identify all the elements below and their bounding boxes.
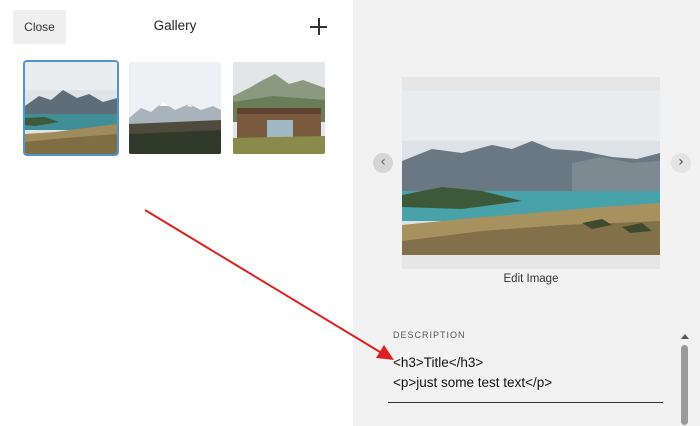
chevron-left-icon[interactable]: ‹: [373, 153, 393, 173]
edit-image-link[interactable]: Edit Image: [402, 273, 660, 285]
chevron-right-icon[interactable]: ›: [671, 153, 691, 173]
panel-title: Gallery: [153, 18, 197, 33]
image-detail-panel: ‹ › Edit Image DESCRIPTION <h3>Title</h3…: [353, 0, 700, 426]
preview-image: [402, 91, 660, 255]
gallery-panel: Close Gallery: [0, 0, 353, 426]
description-line: <h3>Title</h3>: [393, 355, 484, 370]
gallery-editor: Close Gallery ‹ › Edit Image DESCRIPTION…: [0, 0, 700, 426]
chevron-left-glyph: ‹: [380, 154, 386, 170]
description-label: DESCRIPTION: [393, 330, 466, 340]
plus-icon[interactable]: [306, 14, 332, 40]
thumbnail-image: [25, 62, 117, 154]
image-preview: [402, 77, 660, 269]
gallery-thumbnail-2[interactable]: [129, 62, 221, 154]
gallery-thumbnail-3[interactable]: [233, 62, 325, 154]
description-line: <p>just some test text</p>: [393, 375, 553, 390]
scroll-up-arrow-icon[interactable]: [680, 333, 690, 341]
gallery-thumbnail-1[interactable]: [25, 62, 117, 154]
thumbnail-image: [129, 62, 221, 154]
scrollbar-thumb[interactable]: [681, 345, 688, 425]
chevron-right-glyph: ›: [678, 154, 684, 170]
description-field[interactable]: <h3>Title</h3> <p>just some test text</p…: [388, 350, 663, 403]
thumbnail-image: [233, 62, 325, 154]
